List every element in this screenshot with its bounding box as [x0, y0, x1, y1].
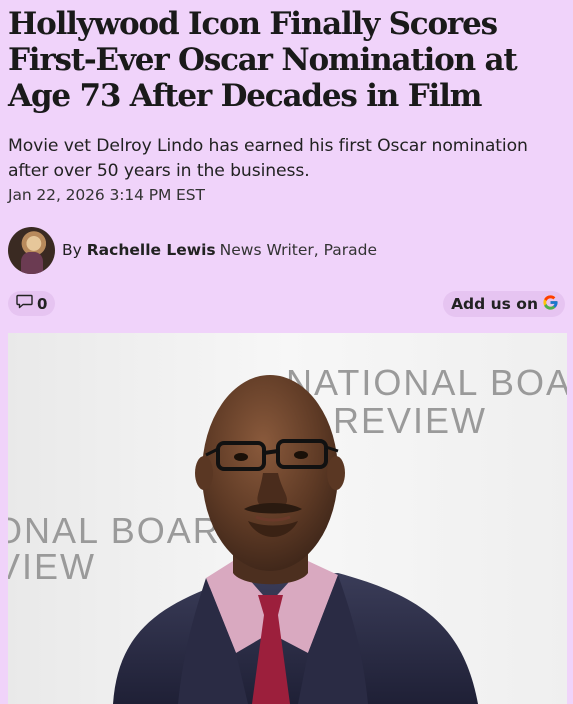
hero-photo: NATIONAL BOA REVIEW ONAL BOAR VIEW: [8, 333, 567, 704]
comment-icon: [16, 294, 33, 313]
backdrop-text-top: NATIONAL BOA: [286, 362, 567, 403]
byline-prefix: By: [62, 241, 82, 259]
comments-button[interactable]: 0: [8, 291, 56, 316]
add-us-on-google-button[interactable]: Add us on: [443, 291, 565, 317]
article: Hollywood Icon Finally Scores First-Ever…: [0, 0, 573, 704]
backdrop-text-top-2: REVIEW: [333, 400, 487, 441]
author-name[interactable]: Rachelle Lewis: [87, 241, 216, 259]
byline-author[interactable]: By Rachelle Lewis: [62, 241, 216, 259]
backdrop-text-left-2: VIEW: [8, 546, 96, 587]
add-us-label: Add us on: [451, 295, 538, 313]
backdrop-text-left: ONAL BOAR: [8, 510, 221, 551]
author-avatar[interactable]: [8, 226, 55, 274]
google-g-icon: [542, 294, 559, 315]
headline: Hollywood Icon Finally Scores First-Ever…: [8, 6, 518, 114]
author-role: News Writer, Parade: [219, 241, 378, 259]
article-dek: Movie vet Delroy Lindo has earned his fi…: [8, 136, 528, 181]
publish-date: Jan 22, 2026 3:14 PM EST: [8, 186, 205, 204]
byline: By Rachelle Lewis News Writer, Parade: [8, 226, 378, 274]
comment-count: 0: [37, 294, 48, 313]
